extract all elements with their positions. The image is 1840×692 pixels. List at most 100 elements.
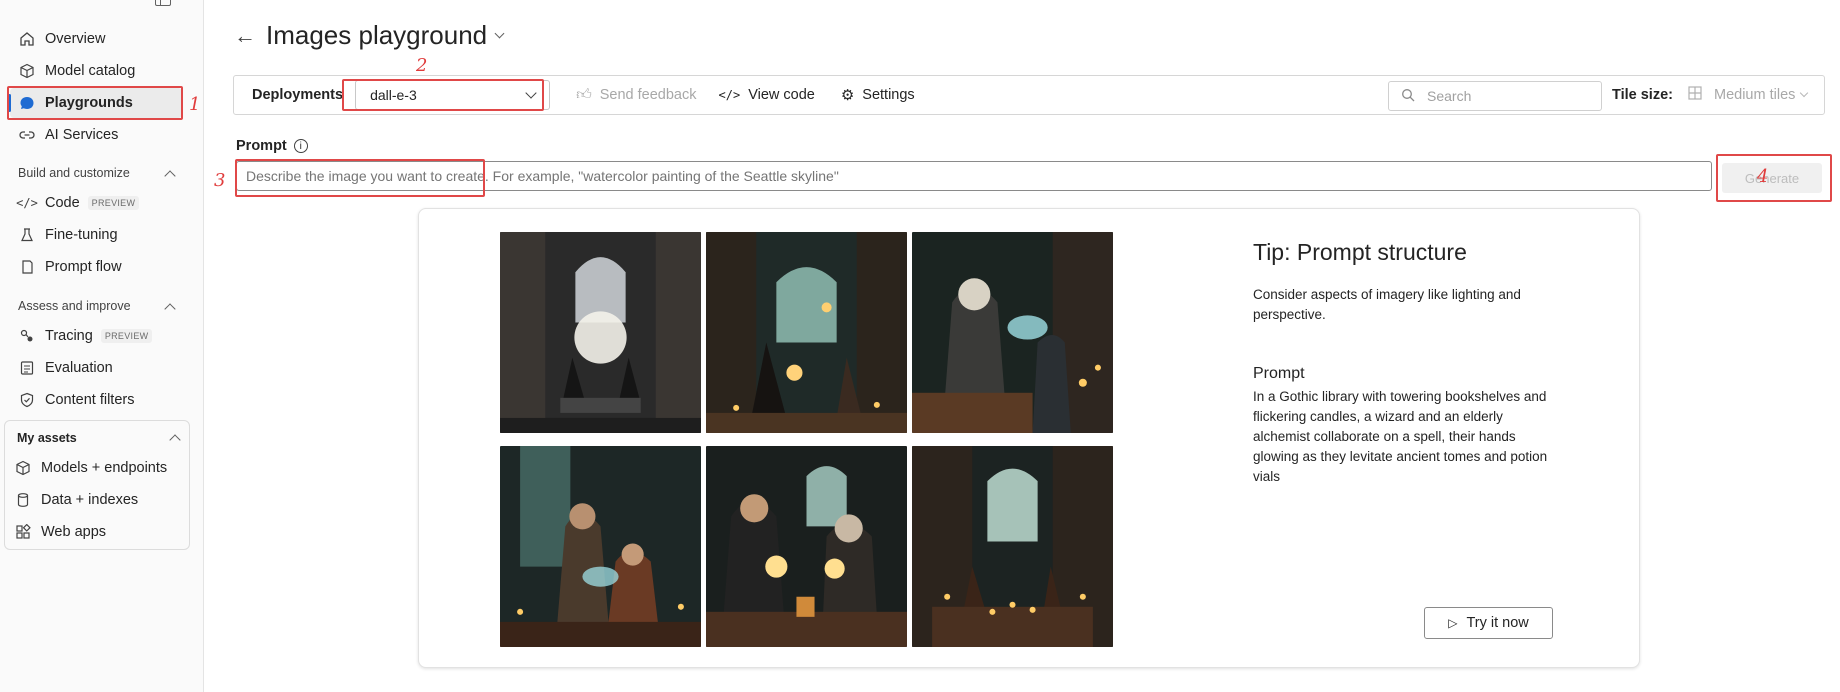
nav-models-endpoints-label: Models + endpoints (41, 460, 168, 476)
search-box[interactable]: Search (1388, 81, 1602, 111)
settings-label: Settings (862, 87, 915, 103)
flask-icon (18, 226, 36, 244)
section-assess-improve[interactable]: Assess and improve (18, 299, 178, 315)
preview-badge: PREVIEW (87, 196, 140, 210)
nav-code-label: Code (45, 195, 80, 211)
chat-icon (18, 94, 36, 112)
sample-image-3 (912, 232, 1113, 433)
nav-data-indexes-label: Data + indexes (41, 492, 139, 508)
flow-icon (18, 258, 36, 276)
apps-icon (14, 523, 32, 541)
collapse-sidebar-icon[interactable] (155, 0, 171, 6)
preview-badge: PREVIEW (100, 329, 153, 343)
chevron-down-icon[interactable] (494, 28, 505, 39)
view-code-label: View code (748, 87, 815, 103)
sample-image-2 (706, 232, 907, 433)
nav-ai-services[interactable]: AI Services (10, 120, 182, 150)
tip-description: Consider aspects of imagery like lightin… (1253, 287, 1521, 322)
nav-playgrounds[interactable]: Playgrounds (8, 88, 182, 118)
section-build-customize[interactable]: Build and customize (18, 166, 178, 182)
deployment-value: dall-e-3 (370, 87, 417, 103)
section-build-customize-title: Build and customize (18, 166, 130, 180)
tile-size-select[interactable]: Medium tiles (1688, 86, 1809, 104)
tip-title: Tip: Prompt structure (1253, 239, 1467, 265)
tile-size-label: Tile size: (1612, 87, 1673, 103)
page-header: ← Images playground (234, 20, 505, 51)
nav-model-catalog[interactable]: Model catalog (10, 56, 182, 86)
nav-playgrounds-label: Playgrounds (45, 95, 133, 111)
my-assets-header[interactable]: My assets (17, 431, 183, 446)
prompt-label: Prompt i (236, 138, 308, 154)
try-it-now-label: Try it now (1466, 615, 1529, 631)
nav-content-filters-label: Content filters (45, 392, 135, 408)
sample-image-5 (706, 446, 907, 647)
tip-prompt-heading: Prompt (1253, 365, 1305, 382)
nav-overview-label: Overview (45, 31, 106, 47)
nav-code[interactable]: </> Code PREVIEW (10, 188, 182, 218)
my-assets-title: My assets (17, 431, 77, 445)
try-it-now-button[interactable]: ▷ Try it now (1424, 607, 1553, 639)
section-assess-improve-title: Assess and improve (18, 299, 131, 313)
prompt-input[interactable] (236, 161, 1712, 191)
generate-button[interactable]: Generate (1722, 163, 1822, 193)
database-icon (14, 491, 32, 509)
prompt-label-text: Prompt (236, 138, 287, 154)
chevron-up-icon (164, 302, 176, 315)
nav-tracing-label: Tracing (45, 328, 93, 344)
deployment-select[interactable]: dall-e-3 (355, 80, 551, 110)
trace-icon (18, 327, 36, 345)
sidebar: Overview Model catalog Playgrounds AI Se… (0, 0, 204, 692)
nav-model-catalog-label: Model catalog (45, 63, 136, 79)
toolbar: Deployments dall-e-3 👍︎ Send feedback </… (233, 75, 1825, 115)
link-icon (18, 126, 36, 144)
search-placeholder: Search (1427, 88, 1472, 104)
nav-ai-services-label: AI Services (45, 127, 119, 143)
chevron-up-icon (164, 169, 176, 182)
home-icon (18, 30, 36, 48)
nav-tracing[interactable]: Tracing PREVIEW (10, 321, 182, 351)
sample-image-1 (500, 232, 701, 433)
code-icon: </> (718, 88, 741, 102)
nav-data-indexes[interactable]: Data + indexes (6, 485, 178, 515)
nav-models-endpoints[interactable]: Models + endpoints (6, 453, 178, 483)
play-icon: ▷ (1448, 616, 1458, 630)
tip-prompt-text: In a Gothic library with towering booksh… (1253, 389, 1548, 484)
nav-prompt-flow-label: Prompt flow (45, 259, 122, 275)
nav-prompt-flow[interactable]: Prompt flow (10, 252, 182, 282)
nav-overview[interactable]: Overview (10, 24, 182, 54)
info-icon[interactable]: i (293, 139, 308, 153)
evaluation-icon (18, 359, 36, 377)
send-feedback-button[interactable]: 👍︎ Send feedback (576, 86, 696, 104)
view-code-button[interactable]: </> View code (719, 87, 815, 103)
annotation-number-2: 2 (416, 55, 428, 76)
cube-icon (18, 62, 36, 80)
grid-icon (1688, 86, 1702, 104)
shield-icon (18, 391, 36, 409)
sample-image-4 (500, 446, 701, 647)
feedback-icon: 👍︎ (576, 86, 592, 103)
settings-button[interactable]: ⚙ Settings (841, 86, 915, 104)
annotation-number-3: 3 (214, 170, 226, 191)
chevron-up-icon (169, 434, 181, 446)
gear-icon: ⚙ (840, 87, 855, 104)
app-root: Overview Model catalog Playgrounds AI Se… (0, 0, 1840, 692)
nav-web-apps-label: Web apps (41, 524, 107, 540)
tip-card: Tip: Prompt structure Consider aspects o… (418, 208, 1640, 668)
nav-fine-tuning-label: Fine-tuning (45, 227, 118, 243)
tile-size-value: Medium tiles (1714, 87, 1796, 103)
sample-image-6 (912, 446, 1113, 647)
deployments-label: Deployments (252, 87, 344, 103)
chevron-down-icon (1800, 88, 1809, 98)
nav-evaluation-label: Evaluation (45, 360, 113, 376)
code-icon: </> (16, 196, 38, 210)
chevron-down-icon (525, 87, 537, 99)
nav-content-filters[interactable]: Content filters (10, 385, 182, 415)
back-arrow-icon[interactable]: ← (234, 23, 256, 49)
nav-evaluation[interactable]: Evaluation (10, 353, 182, 383)
cube-icon (14, 459, 32, 477)
page-title: Images playground (266, 20, 488, 50)
search-icon (1401, 88, 1415, 105)
nav-web-apps[interactable]: Web apps (6, 517, 178, 547)
send-feedback-label: Send feedback (599, 87, 697, 103)
nav-fine-tuning[interactable]: Fine-tuning (10, 220, 182, 250)
